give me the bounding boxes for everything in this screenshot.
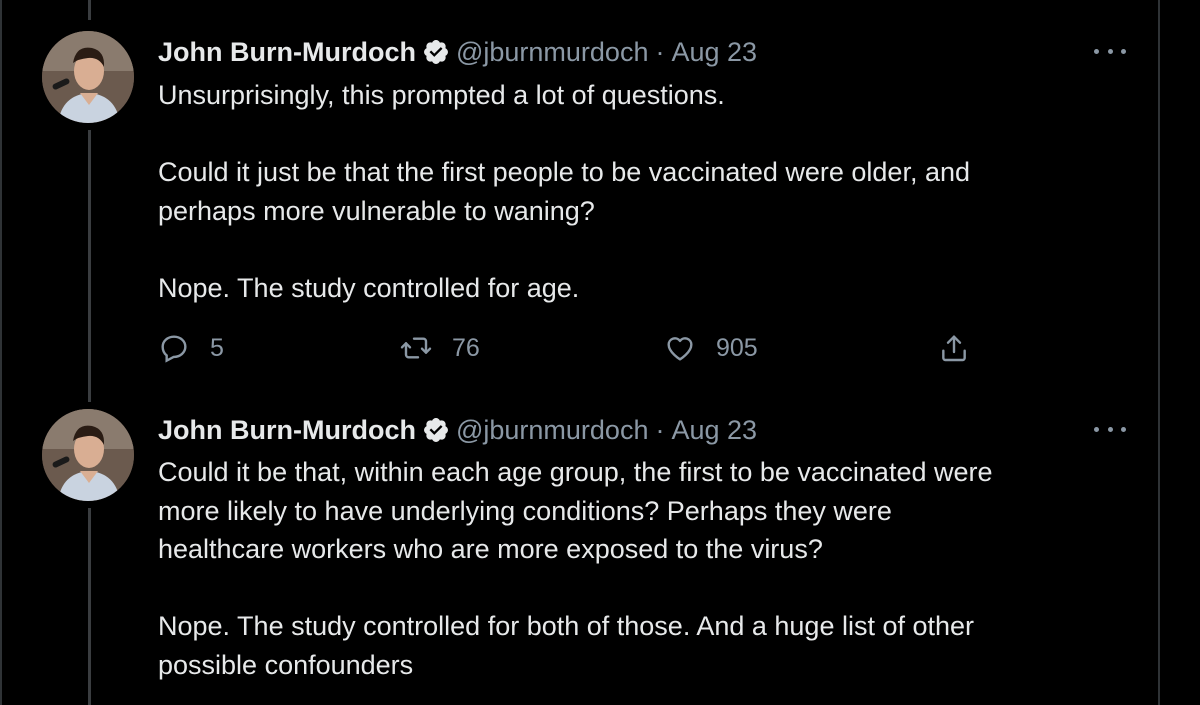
tweet-date[interactable]: Aug 23 <box>671 415 757 446</box>
more-options-icon[interactable] <box>1094 423 1126 435</box>
tweet-paragraph: Nope. The study controlled for age. <box>158 272 580 303</box>
tweet-header: John Burn-Murdoch @jburnmurdoch · Aug 23 <box>158 412 757 448</box>
thread-line <box>88 130 91 402</box>
avatar[interactable] <box>42 409 134 501</box>
verified-badge-icon <box>422 38 450 66</box>
author-handle[interactable]: @jburnmurdoch <box>456 37 649 68</box>
tweet-header: John Burn-Murdoch @jburnmurdoch · Aug 23 <box>158 34 757 70</box>
retweet-icon <box>400 337 432 359</box>
timeline-border-left <box>0 0 2 705</box>
heart-icon <box>667 337 693 361</box>
retweet-count: 76 <box>452 333 480 362</box>
tweet-text: Could it be that, within each age group,… <box>158 453 1148 684</box>
reply-button[interactable]: 5 <box>158 328 224 368</box>
separator: · <box>655 36 665 67</box>
tweet-actions: 5 76 905 <box>158 328 1158 368</box>
like-button[interactable]: 905 <box>664 328 758 368</box>
tweet-paragraph: Could it be that, within each age group,… <box>158 457 993 564</box>
separator: · <box>655 414 665 445</box>
reply-icon <box>161 335 187 363</box>
author-name[interactable]: John Burn-Murdoch <box>158 415 416 446</box>
tweet-paragraph: Could it just be that the first people t… <box>158 157 971 226</box>
timeline-border-right <box>1158 0 1160 705</box>
retweet-button[interactable]: 76 <box>400 328 480 368</box>
like-count: 905 <box>716 333 758 362</box>
verified-badge-icon <box>422 416 450 444</box>
share-icon <box>942 335 966 362</box>
author-handle[interactable]: @jburnmurdoch <box>456 415 649 446</box>
tweet-date[interactable]: Aug 23 <box>671 37 757 68</box>
reply-count: 5 <box>210 333 224 362</box>
tweet-text: Unsurprisingly, this prompted a lot of q… <box>158 76 1148 307</box>
tweet-paragraph: Nope. The study controlled for both of t… <box>158 611 975 680</box>
share-button[interactable] <box>938 328 990 368</box>
more-options-icon[interactable] <box>1094 45 1126 57</box>
thread-line <box>88 0 91 20</box>
author-name[interactable]: John Burn-Murdoch <box>158 37 416 68</box>
tweet-paragraph: Unsurprisingly, this prompted a lot of q… <box>158 80 725 110</box>
avatar[interactable] <box>42 31 134 123</box>
thread-line <box>88 508 91 705</box>
